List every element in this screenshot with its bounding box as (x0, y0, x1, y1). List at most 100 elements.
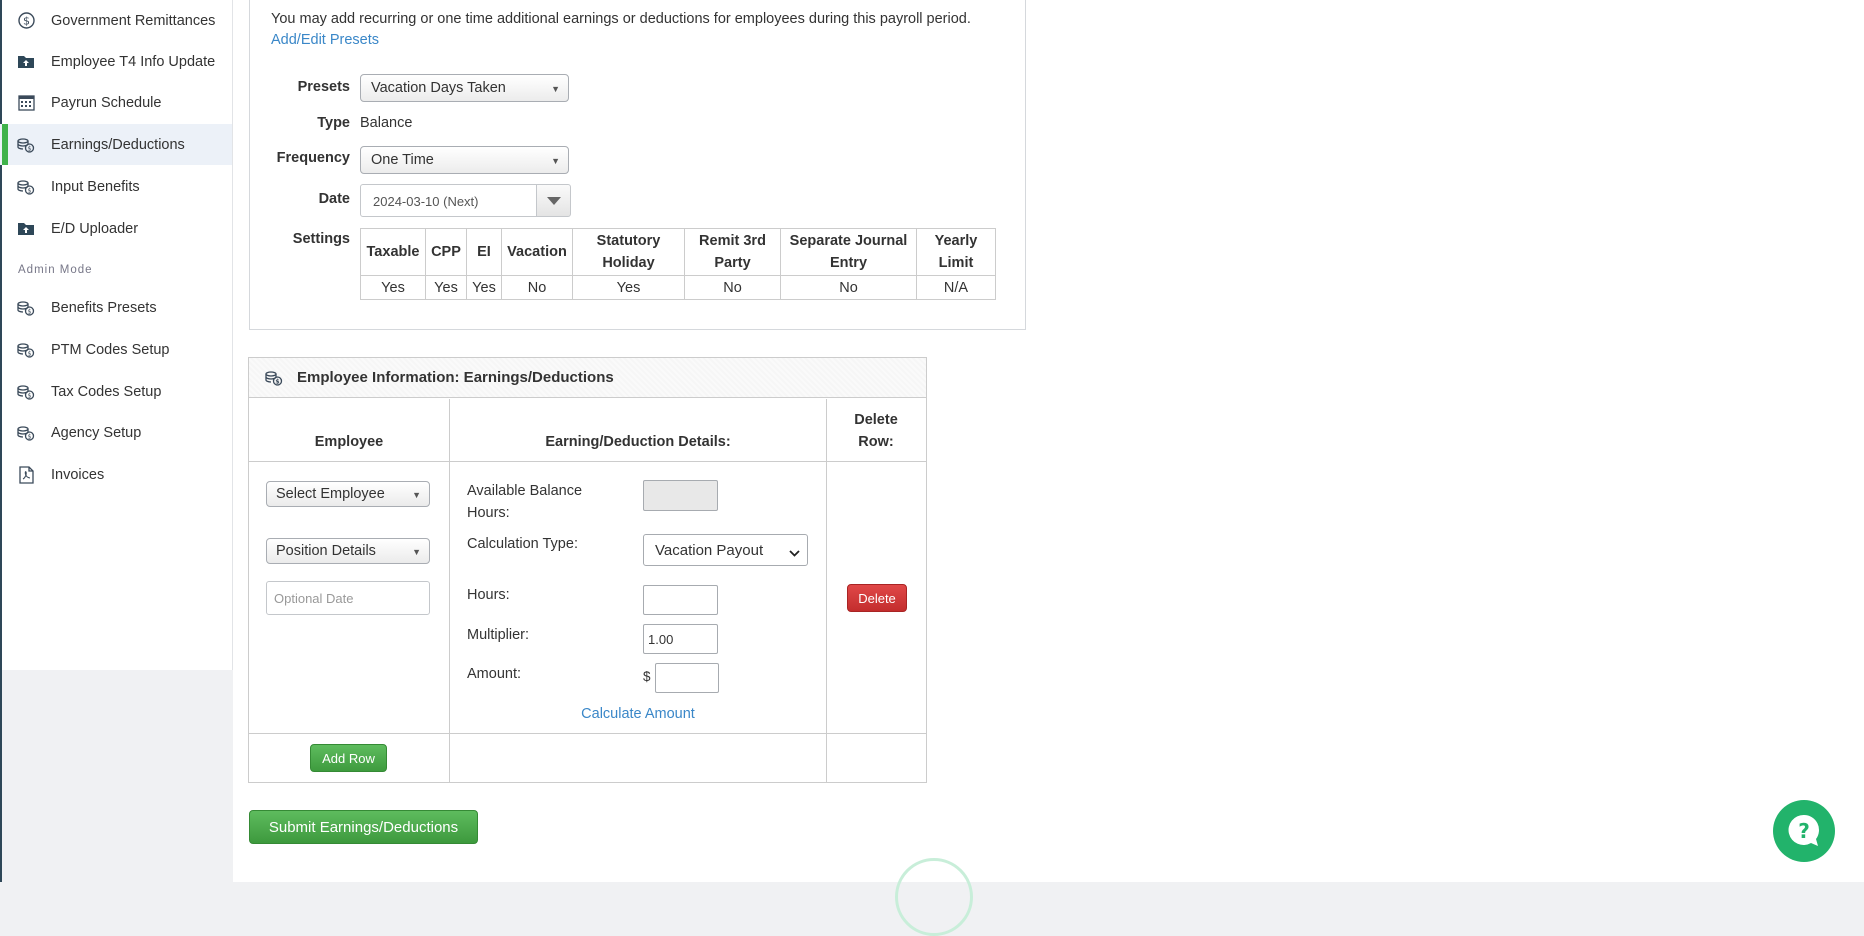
sidebar-item-employee-t4[interactable]: Employee T4 Info Update (0, 41, 232, 82)
sidebar-item-label: Earnings/Deductions (51, 136, 185, 153)
chevron-down-icon (789, 544, 800, 561)
svg-text:$: $ (28, 187, 32, 194)
dropdown-arrow-icon: ▼ (412, 490, 421, 500)
settings-value: Yes (360, 275, 426, 300)
sidebar-item-label: Government Remittances (51, 12, 216, 29)
amount-label: Amount: (467, 666, 521, 682)
dropdown-arrow-icon: ▼ (412, 547, 421, 557)
sidebar-item-label: E/D Uploader (51, 220, 139, 237)
currency-symbol: $ (643, 669, 651, 684)
question-bubble-icon: ? (1788, 814, 1819, 846)
column-divider (449, 399, 450, 783)
amount-input[interactable] (655, 663, 719, 693)
pdf-icon (17, 465, 35, 484)
sidebar-item-agency-setup[interactable]: $ Agency Setup (0, 412, 232, 453)
column-header-delete: Delete Row: (854, 412, 898, 450)
calendar-icon (17, 94, 35, 112)
header-divider (249, 461, 926, 462)
loading-spinner (895, 858, 973, 936)
settings-label: Settings (292, 231, 350, 247)
sidebar-item-earnings-deductions[interactable]: $ Earnings/Deductions (0, 124, 232, 165)
admin-mode-heading: Admin Mode (18, 264, 93, 276)
multiplier-label: Multiplier: (467, 627, 530, 643)
sidebar-item-payrun-schedule[interactable]: Payrun Schedule (0, 82, 232, 123)
svg-text:$: $ (28, 350, 32, 357)
presets-select[interactable]: Vacation Days Taken ▼ (360, 74, 569, 102)
dropdown-arrow-icon: ▼ (551, 84, 560, 94)
add-edit-presets-link[interactable]: Add/Edit Presets (271, 32, 379, 48)
available-balance-label: Available Balance Hours: (467, 483, 583, 521)
dollar-circle-icon: $ (17, 12, 35, 30)
settings-table: Taxable CPP EI Vacation Statutory Holida… (360, 228, 996, 300)
type-label: Type (317, 115, 350, 131)
chevron-down-icon (546, 196, 561, 205)
svg-text:$: $ (275, 378, 279, 385)
multiplier-input[interactable]: 1.00 (643, 624, 718, 654)
settings-header: Remit 3rd Party (684, 228, 781, 276)
hours-input[interactable] (643, 585, 718, 615)
svg-text:$: $ (28, 308, 32, 315)
folder-upload-icon (17, 53, 35, 71)
coins-icon: $ (265, 370, 283, 386)
settings-header: Separate Journal Entry (780, 228, 917, 276)
column-header-employee: Employee (314, 434, 384, 450)
sidebar-item-label: Agency Setup (51, 424, 142, 441)
available-balance-field (643, 480, 718, 511)
optional-date-input[interactable]: Optional Date (266, 581, 430, 615)
settings-value: Yes (572, 275, 685, 300)
settings-value: No (684, 275, 781, 300)
svg-text:?: ? (1798, 819, 1810, 843)
sidebar-item-label: Tax Codes Setup (51, 383, 162, 400)
position-details-value: Position Details (276, 543, 376, 559)
sidebar-item-tax-codes[interactable]: $ Tax Codes Setup (0, 371, 232, 412)
frequency-value: One Time (371, 152, 434, 168)
settings-value: Yes (425, 275, 467, 300)
sidebar-item-government-remittances[interactable]: $ Government Remittances (0, 0, 232, 41)
svg-text:$: $ (28, 145, 32, 152)
select-employee-dropdown[interactable]: Select Employee ▼ (266, 481, 430, 507)
position-details-dropdown[interactable]: Position Details ▼ (266, 538, 430, 564)
coins-icon: $ (17, 383, 35, 401)
settings-header: CPP (425, 228, 467, 276)
calculate-amount-link[interactable]: Calculate Amount (450, 703, 826, 725)
sidebar-item-label: Input Benefits (51, 178, 140, 195)
svg-text:$: $ (23, 15, 30, 28)
settings-header: Statutory Holiday (572, 228, 685, 276)
calculation-type-value: Vacation Payout (655, 542, 764, 559)
sidebar-item-ptm-codes[interactable]: $ PTM Codes Setup (0, 329, 232, 370)
settings-header: Taxable (360, 228, 426, 276)
sidebar-item-label: Invoices (51, 466, 105, 483)
sidebar-item-invoices[interactable]: Invoices (0, 454, 232, 495)
type-value: Balance (360, 115, 413, 131)
sidebar-item-label: Payrun Schedule (51, 94, 162, 111)
column-header-details: Earning/Deduction Details: (545, 434, 731, 450)
folder-upload-icon (17, 220, 35, 238)
help-chat-button[interactable]: ? (1773, 800, 1835, 862)
delete-row-button[interactable]: Delete (847, 584, 907, 612)
submit-earnings-deductions-button[interactable]: Submit Earnings/Deductions (249, 810, 478, 844)
select-employee-value: Select Employee (276, 486, 385, 502)
settings-header: EI (466, 228, 502, 276)
settings-value: N/A (916, 275, 996, 300)
settings-value: No (501, 275, 573, 300)
sidebar-item-ed-uploader[interactable]: E/D Uploader (0, 208, 232, 249)
presets-label: Presets (297, 79, 350, 95)
coins-icon: $ (17, 136, 35, 154)
sidebar-item-benefits-presets[interactable]: $ Benefits Presets (0, 287, 232, 328)
settings-header: Vacation (501, 228, 573, 276)
coins-icon: $ (17, 178, 35, 196)
frequency-select[interactable]: One Time ▼ (360, 146, 569, 174)
intro-text: You may add recurring or one time additi… (271, 11, 971, 27)
sidebar-item-label: Employee T4 Info Update (51, 53, 216, 70)
settings-value: No (780, 275, 917, 300)
employee-panel-title: Employee Information: Earnings/Deduction… (297, 369, 614, 386)
employee-panel-header: $ Employee Information: Earnings/Deducti… (249, 358, 926, 398)
sidebar-item-input-benefits[interactable]: $ Input Benefits (0, 166, 232, 207)
coins-icon: $ (17, 424, 35, 442)
add-row-button[interactable]: Add Row (310, 744, 387, 772)
date-dropdown-button[interactable] (536, 184, 571, 217)
calculation-type-select[interactable]: Vacation Payout (643, 534, 808, 566)
calculation-type-label: Calculation Type: (467, 536, 578, 552)
dropdown-arrow-icon: ▼ (551, 156, 560, 166)
date-input[interactable]: 2024-03-10 (Next) (360, 184, 538, 217)
